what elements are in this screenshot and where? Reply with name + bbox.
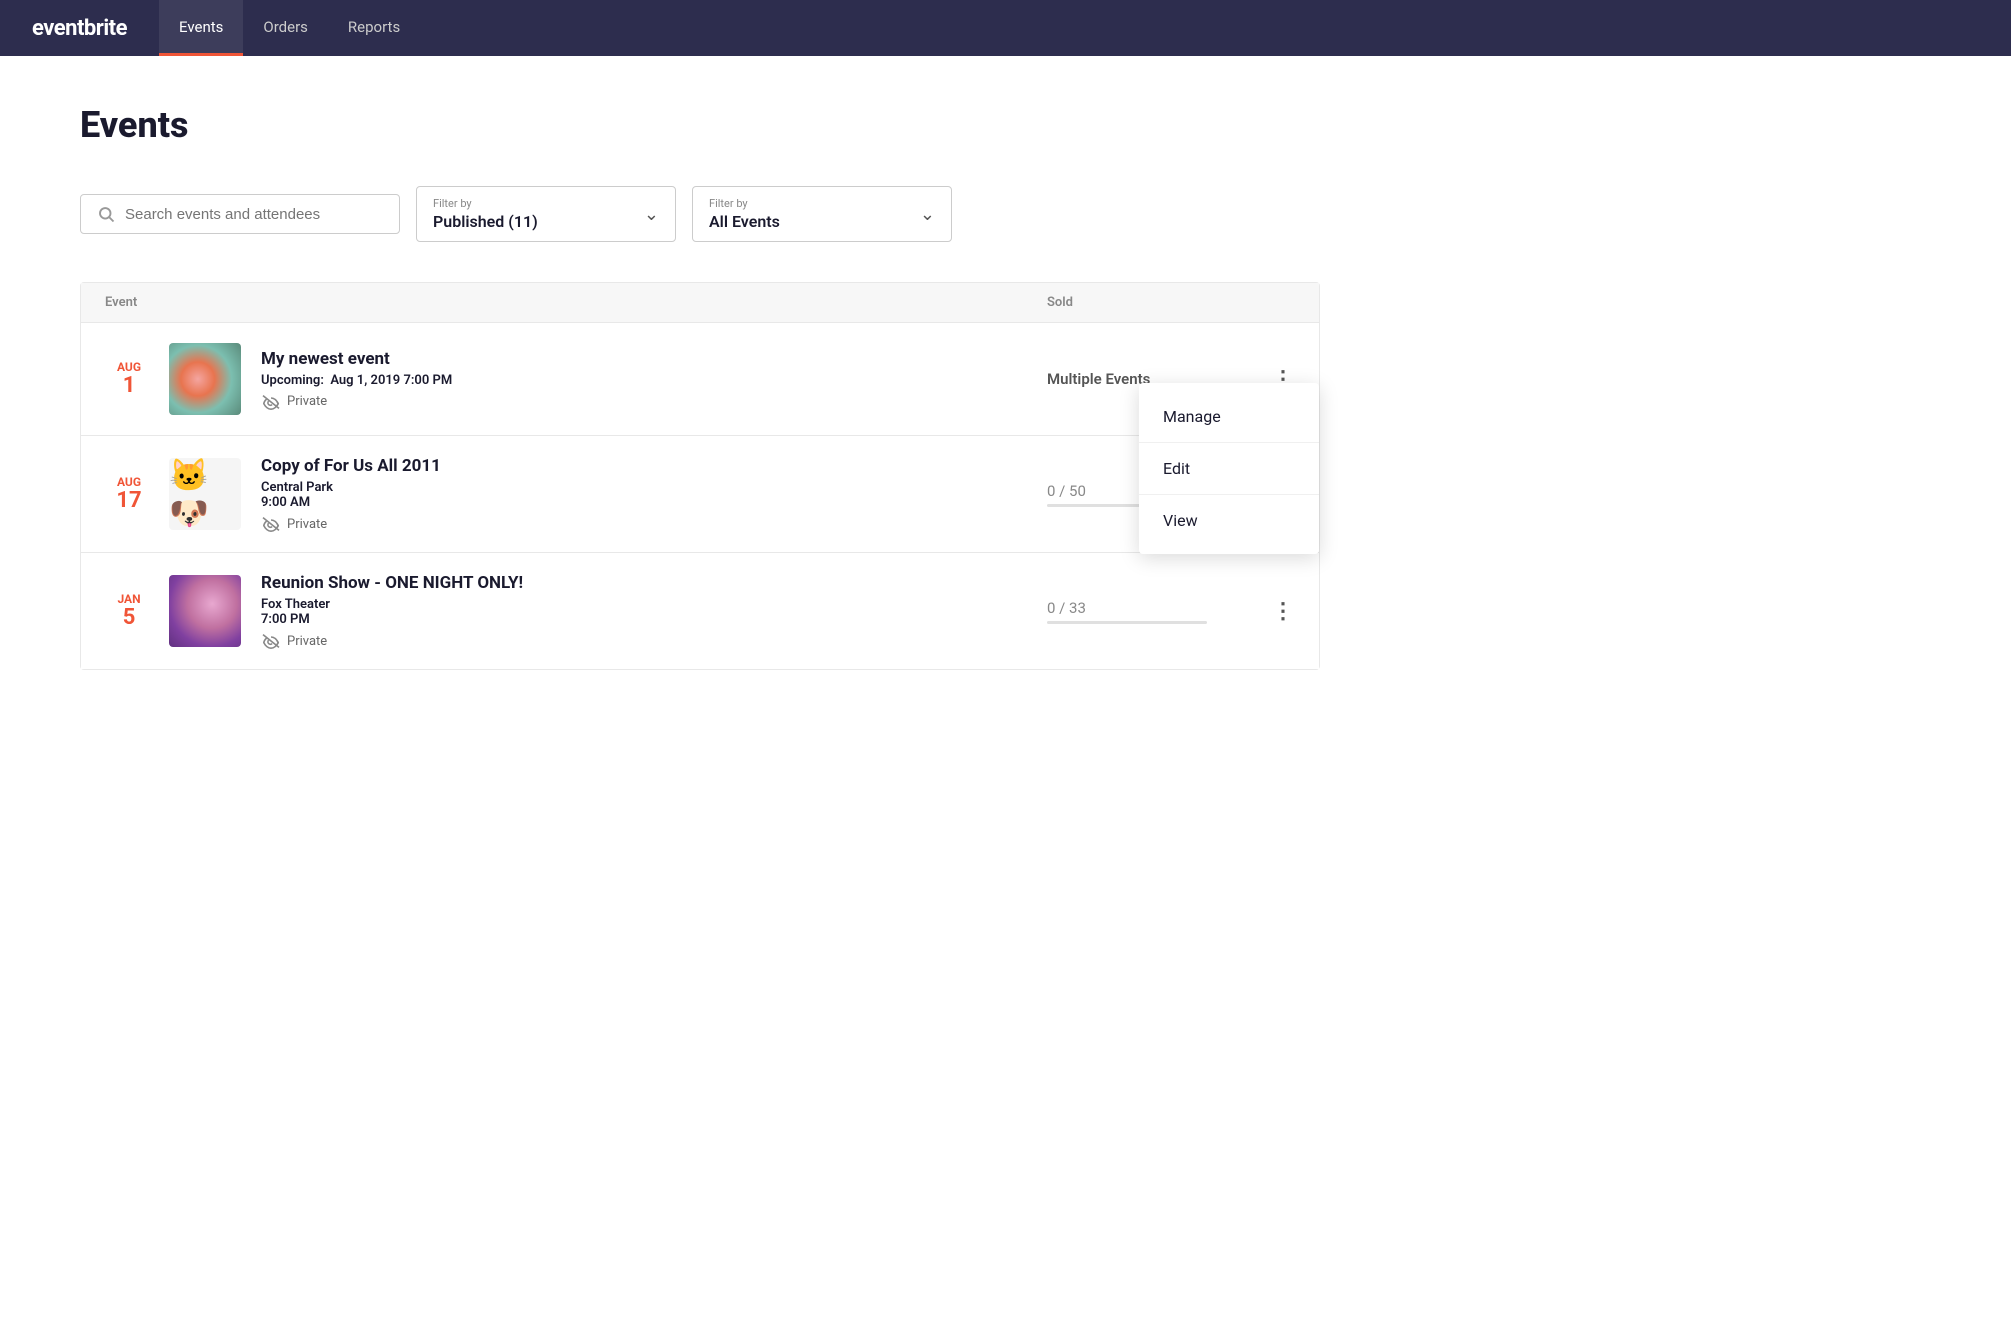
chevron-down-icon: ⌄ [644, 204, 659, 225]
event-month: Jan [117, 592, 140, 606]
event-day: 17 [116, 489, 141, 513]
events-table: Event Sold Aug 1 My newest event Upcomin… [80, 282, 1320, 670]
event-time: 7:00 PM [261, 612, 310, 627]
sold-bar [1047, 621, 1207, 624]
manage-menu-item[interactable]: Manage [1139, 391, 1319, 442]
event-thumbnail [169, 575, 241, 647]
col-actions-header [1247, 295, 1295, 310]
thumbnail-image [169, 575, 241, 647]
nav-item-orders[interactable]: Orders [243, 0, 328, 56]
event-thumbnail [169, 343, 241, 415]
nav-item-events[interactable]: Events [159, 0, 243, 56]
edit-menu-item[interactable]: Edit [1139, 443, 1319, 494]
private-icon [261, 394, 281, 410]
context-menu: Manage Edit View [1139, 383, 1319, 554]
more-options-button[interactable]: ⋮ [1247, 599, 1295, 624]
table-row: Aug 17 🐱🐶 Copy of For Us All 2011 Centra… [81, 436, 1319, 553]
view-menu-item[interactable]: View [1139, 495, 1319, 546]
filter-published-select[interactable]: Filter by Published (11) ⌄ [416, 186, 676, 242]
page-title: Events [80, 104, 1320, 146]
event-time: 9:00 AM [261, 495, 310, 510]
col-event-header: Event [105, 295, 1047, 310]
event-date: Jan 5 [105, 592, 153, 630]
main-content: Events Filter by Published (11) ⌄ Filter… [0, 56, 1400, 718]
event-info: My newest event Upcoming: Aug 1, 2019 7:… [261, 349, 1047, 410]
event-private: Private [261, 633, 1047, 649]
nav-item-reports[interactable]: Reports [328, 0, 420, 56]
event-date: Aug 1 [105, 360, 153, 398]
event-private: Private [261, 516, 1047, 532]
search-icon [97, 205, 115, 223]
event-day: 1 [123, 374, 136, 398]
event-info: Copy of For Us All 2011 Central Park 9:0… [261, 456, 1047, 532]
event-name[interactable]: Reunion Show - ONE NIGHT ONLY! [261, 573, 1047, 593]
table-row: Jan 5 Reunion Show - ONE NIGHT ONLY! Fox… [81, 553, 1319, 669]
col-sold-header: Sold [1047, 295, 1247, 310]
search-input[interactable] [125, 206, 383, 223]
private-icon [261, 633, 281, 649]
event-meta: Upcoming: Aug 1, 2019 7:00 PM [261, 373, 1047, 388]
table-row: Aug 1 My newest event Upcoming: Aug 1, 2… [81, 323, 1319, 436]
event-location: Central Park [261, 480, 333, 495]
event-name[interactable]: My newest event [261, 349, 1047, 369]
navbar: eventbrite Events Orders Reports [0, 0, 2011, 56]
private-label: Private [287, 634, 327, 649]
event-meta: Central Park 9:00 AM [261, 480, 1047, 510]
event-thumbnail: 🐱🐶 [169, 458, 241, 530]
event-date: Aug 17 [105, 475, 153, 513]
filter-allevents-select[interactable]: Filter by All Events ⌄ [692, 186, 952, 242]
private-label: Private [287, 394, 327, 409]
event-day: 5 [123, 606, 136, 630]
event-private: Private [261, 394, 1047, 410]
event-sold: 0 / 33 [1047, 599, 1247, 624]
search-box[interactable] [80, 194, 400, 234]
filter2-label: Filter by [709, 197, 780, 210]
event-info: Reunion Show - ONE NIGHT ONLY! Fox Theat… [261, 573, 1047, 649]
filters-row: Filter by Published (11) ⌄ Filter by All… [80, 186, 1320, 242]
event-location: Fox Theater [261, 597, 330, 612]
event-month: Aug [117, 475, 141, 489]
thumbnail-image: 🐱🐶 [169, 458, 241, 530]
event-datetime: Aug 1, 2019 7:00 PM [330, 373, 452, 388]
logo[interactable]: eventbrite [32, 16, 127, 41]
upcoming-label: Upcoming: [261, 373, 324, 388]
filter1-value: Published (11) [433, 212, 538, 231]
sold-value-text: 0 / 33 [1047, 599, 1247, 617]
table-header: Event Sold [81, 283, 1319, 323]
private-icon [261, 516, 281, 532]
filter2-value: All Events [709, 212, 780, 231]
chevron-down-icon-2: ⌄ [920, 204, 935, 225]
thumbnail-image [169, 343, 241, 415]
event-meta: Fox Theater 7:00 PM [261, 597, 1047, 627]
event-month: Aug [117, 360, 141, 374]
private-label: Private [287, 517, 327, 532]
filter1-label: Filter by [433, 197, 538, 210]
event-name[interactable]: Copy of For Us All 2011 [261, 456, 1047, 476]
